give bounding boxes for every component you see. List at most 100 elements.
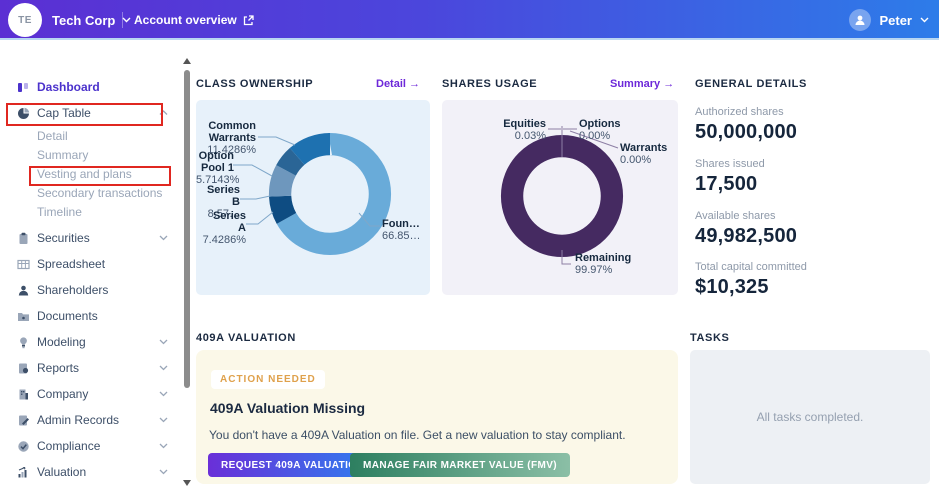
sidebar-item-compliance[interactable]: Compliance	[0, 433, 182, 459]
sidebar-item-timeline[interactable]: Timeline	[0, 202, 182, 221]
callout-option-pool-1: Option Pool 1 5.7143%	[196, 150, 234, 186]
class-ownership-detail-link[interactable]: Detail →	[376, 78, 420, 90]
chevron-down-icon	[122, 17, 131, 23]
scrollbar-thumb[interactable]	[184, 70, 190, 388]
user-avatar-icon	[849, 9, 871, 31]
sidebar-subitem-label: Detail	[37, 129, 68, 143]
general-details-field: Total capital committed $10,325	[695, 261, 930, 299]
action-needed-badge: ACTION NEEDED	[211, 370, 325, 389]
shares-usage-title: SHARES USAGE	[442, 78, 537, 90]
sidebar-item-label: Admin Records	[37, 413, 119, 427]
chevron-down-icon	[159, 339, 168, 345]
document-pencil-icon	[17, 414, 30, 427]
sidebar-item-valuation[interactable]: Valuation	[0, 459, 182, 485]
chevron-down-icon	[159, 391, 168, 397]
company-switcher[interactable]: Tech Corp	[52, 0, 131, 40]
sidebar-item-reports[interactable]: Reports	[0, 355, 182, 381]
sidebar-item-label: Cap Table	[37, 106, 91, 120]
class-ownership-title: CLASS OWNERSHIP	[196, 78, 313, 90]
callout-series-a: Series A 7.4286%	[196, 210, 246, 246]
valuation-409a-card: ACTION NEEDED 409A Valuation Missing You…	[196, 350, 678, 484]
tasks-card: All tasks completed.	[690, 350, 930, 484]
sidebar-item-company[interactable]: Company	[0, 381, 182, 407]
sidebar-item-label: Modeling	[37, 335, 86, 349]
sidebar-item-label: Documents	[37, 309, 98, 323]
sidebar-subitem-label: Timeline	[37, 205, 82, 219]
company-name-label: Tech Corp	[52, 13, 115, 28]
general-details-field: Shares issued 17,500	[695, 158, 930, 196]
sidebar-item-admin-records[interactable]: Admin Records	[0, 407, 182, 433]
link-label: Summary	[610, 78, 660, 90]
table-icon	[17, 258, 30, 271]
growth-chart-icon	[17, 466, 30, 479]
pie-chart-icon	[17, 107, 30, 120]
sidebar-item-label: Compliance	[37, 439, 100, 453]
arrow-right-icon: →	[663, 78, 674, 90]
top-bar: TE Tech Corp Account overview Peter	[0, 0, 939, 40]
sidebar-item-label: Dashboard	[37, 80, 100, 94]
sidebar-item-vesting-and-plans[interactable]: Vesting and plans	[0, 164, 182, 183]
sidebar-item-dashboard[interactable]: Dashboard	[0, 74, 182, 100]
callout-options: Options 0.00%	[579, 118, 637, 142]
sidebar-item-label: Company	[37, 387, 88, 401]
chevron-down-icon	[920, 17, 929, 23]
topbar-divider	[122, 12, 123, 28]
external-link-icon	[243, 15, 254, 26]
sidebar-subitem-label: Secondary transactions	[37, 186, 162, 200]
sidebar-item-label: Spreadsheet	[37, 257, 105, 271]
folder-icon	[17, 310, 30, 323]
chevron-down-icon	[159, 365, 168, 371]
sidebar-subitem-label: Summary	[37, 148, 88, 162]
chevron-down-icon	[159, 443, 168, 449]
sidebar-nav: Dashboard Cap Table Detail Summary Vesti…	[0, 42, 182, 491]
sidebar-scrollbar[interactable]	[182, 58, 192, 486]
user-menu[interactable]: Peter	[849, 0, 929, 40]
person-icon	[17, 284, 30, 297]
valuation-409a-body: You don't have a 409A Valuation on file.…	[209, 428, 626, 442]
shares-usage-donut-chart[interactable]	[499, 133, 625, 259]
sidebar-item-documents[interactable]: Documents	[0, 303, 182, 329]
sidebar-item-shareholders[interactable]: Shareholders	[0, 277, 182, 303]
user-name-label: Peter	[879, 13, 912, 28]
sidebar-item-detail[interactable]: Detail	[0, 126, 182, 145]
report-icon	[17, 362, 30, 375]
app-window: TE Tech Corp Account overview Peter	[0, 0, 939, 491]
sidebar-item-label: Shareholders	[37, 283, 108, 297]
account-overview-link[interactable]: Account overview	[134, 0, 254, 40]
manage-fmv-button[interactable]: MANAGE FAIR MARKET VALUE (FMV)	[350, 453, 570, 477]
building-icon	[17, 388, 30, 401]
valuation-409a-heading: 409A Valuation Missing	[210, 400, 365, 416]
tasks-title: TASKS	[690, 332, 729, 344]
sidebar-item-summary[interactable]: Summary	[0, 145, 182, 164]
sidebar-item-modeling[interactable]: Modeling	[0, 329, 182, 355]
sidebar-item-label: Securities	[37, 231, 90, 245]
general-details-title: GENERAL DETAILS	[695, 78, 807, 90]
account-overview-label: Account overview	[134, 13, 237, 27]
shares-usage-summary-link[interactable]: Summary →	[610, 78, 674, 90]
sidebar-item-label: Reports	[37, 361, 79, 375]
class-ownership-card: Common Warrants 11.4286% Option Pool 1 5…	[196, 100, 430, 295]
sidebar-item-spreadsheet[interactable]: Spreadsheet	[0, 251, 182, 277]
clipboard-icon	[17, 232, 30, 245]
sidebar-item-securities[interactable]: Securities	[0, 225, 182, 251]
tasks-empty-message: All tasks completed.	[690, 350, 930, 484]
arrow-right-icon: →	[409, 78, 420, 90]
callout-warrants: Warrants 0.00%	[620, 142, 678, 166]
general-details-field: Available shares 49,982,500	[695, 210, 930, 248]
sidebar-item-label: Valuation	[37, 465, 86, 479]
callout-remaining: Remaining 99.97%	[575, 252, 645, 276]
link-label: Detail	[376, 78, 406, 90]
sidebar-item-cap-table[interactable]: Cap Table	[0, 100, 182, 126]
shares-usage-card: Equities 0.03% Options 0.00% Warrants 0.…	[442, 100, 678, 295]
lightbulb-icon	[17, 336, 30, 349]
sidebar-item-secondary-transactions[interactable]: Secondary transactions	[0, 183, 182, 202]
scrollbar-up-arrow[interactable]	[183, 58, 191, 64]
company-logo[interactable]: TE	[8, 3, 42, 37]
scrollbar-down-arrow[interactable]	[183, 480, 191, 486]
class-ownership-donut-chart[interactable]	[267, 131, 393, 257]
valuation-409a-title: 409A VALUATION	[196, 332, 296, 344]
general-details-field: Authorized shares 50,000,000	[695, 106, 930, 144]
chevron-down-icon	[159, 417, 168, 423]
chevron-down-icon	[159, 469, 168, 475]
chevron-up-icon	[159, 110, 168, 116]
